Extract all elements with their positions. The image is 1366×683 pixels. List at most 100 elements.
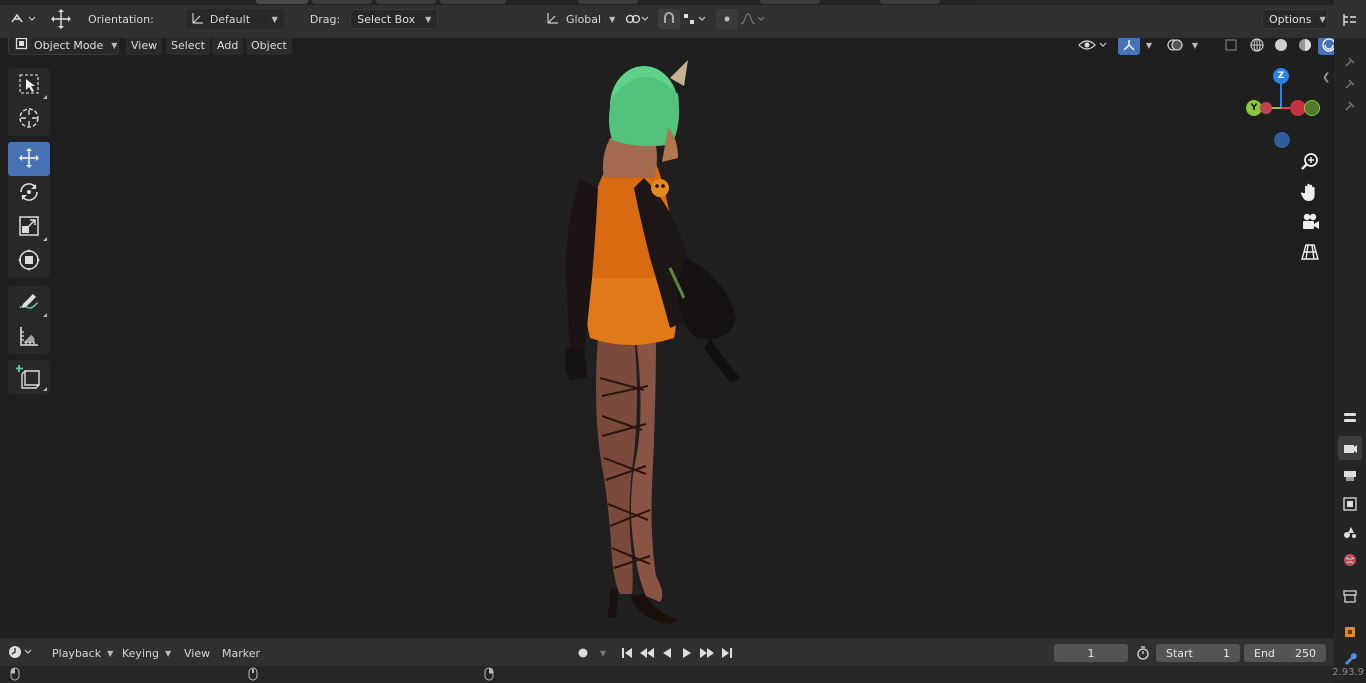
gizmo-z-axis[interactable]: Z: [1273, 68, 1289, 84]
chevron-down-icon: ▼: [107, 648, 114, 658]
orientation-value: Default: [209, 12, 251, 26]
tool-measure[interactable]: [8, 320, 50, 354]
interaction-mode-value: Object Mode: [34, 38, 104, 52]
end-frame-field[interactable]: End 250: [1244, 644, 1326, 662]
orientation-dropdown[interactable]: Default ▼: [185, 9, 284, 29]
workspace-tab[interactable]: [440, 0, 506, 4]
character-model[interactable]: [540, 48, 770, 638]
tool-annotate[interactable]: [8, 286, 50, 320]
render-properties-icon[interactable]: [1338, 436, 1362, 460]
gizmo-neg-y-axis[interactable]: [1304, 100, 1320, 116]
move-icon: [17, 146, 41, 173]
options-dropdown[interactable]: Options ▼: [1262, 9, 1328, 29]
start-frame-field[interactable]: Start 1: [1156, 644, 1240, 662]
transform-space-value: Global: [566, 12, 602, 26]
pin-icon[interactable]: [1338, 50, 1362, 74]
workspace-tab[interactable]: [312, 0, 372, 4]
rendered-shading-icon[interactable]: [1318, 38, 1334, 55]
jump-to-start-icon[interactable]: [618, 645, 636, 661]
outliner-editor-icon[interactable]: [1338, 8, 1362, 32]
stopwatch-icon[interactable]: [1134, 645, 1152, 661]
wireframe-shading-icon[interactable]: [1246, 38, 1268, 55]
material-shading-icon[interactable]: [1294, 38, 1316, 55]
editor-type-icon[interactable]: [8, 9, 38, 29]
current-frame-field[interactable]: 1: [1054, 644, 1128, 662]
play-reverse-icon[interactable]: [658, 645, 676, 661]
proportional-edit-icon[interactable]: [716, 9, 738, 29]
timeline-menu-playback[interactable]: Playback ▼: [46, 643, 119, 663]
pivot-point-icon[interactable]: [622, 9, 654, 29]
workspace-tab[interactable]: [376, 0, 436, 4]
drag-value: Select Box: [357, 12, 416, 26]
overlays-icon[interactable]: [1164, 38, 1186, 55]
keying-label: Keying: [122, 646, 159, 660]
world-properties-icon[interactable]: [1338, 548, 1362, 572]
gizmo-toggle-icon[interactable]: [1118, 38, 1140, 55]
workspace-tab[interactable]: [578, 0, 638, 4]
transform-pivot-icon[interactable]: [50, 9, 72, 29]
scene-properties-icon[interactable]: [1338, 520, 1362, 544]
view-layer-icon[interactable]: [1338, 492, 1362, 516]
menu-object[interactable]: Object: [246, 38, 292, 55]
tool-scale[interactable]: [8, 210, 50, 244]
tool-properties-icon[interactable]: [1338, 406, 1362, 430]
options-label: Options: [1269, 12, 1312, 26]
workspace-tab[interactable]: [880, 0, 940, 4]
zoom-icon[interactable]: [1298, 150, 1322, 174]
chevron-down-icon[interactable]: ▼: [1188, 38, 1202, 55]
rotate-icon: [17, 180, 41, 207]
transform-space-dropdown[interactable]: Global ▼: [540, 9, 620, 29]
navigation-gizmo[interactable]: Z Y: [1240, 66, 1330, 156]
tool-select-box[interactable]: [8, 68, 50, 102]
jump-to-end-icon[interactable]: [718, 645, 736, 661]
snap-toggle-icon[interactable]: [658, 9, 680, 29]
chevron-down-icon[interactable]: ▼: [1142, 38, 1156, 55]
pan-hand-icon[interactable]: [1298, 180, 1322, 204]
workspace-tab-active[interactable]: [256, 0, 308, 4]
collection-properties-icon[interactable]: [1338, 584, 1362, 608]
pin-icon[interactable]: [1338, 94, 1362, 118]
pin-icon[interactable]: [1338, 72, 1362, 96]
menu-view[interactable]: View: [126, 38, 163, 55]
tool-move[interactable]: [8, 142, 50, 176]
visibility-eye-icon[interactable]: [1076, 38, 1110, 55]
tool-transform[interactable]: [8, 244, 50, 278]
outliner-header: [1334, 0, 1366, 38]
end-frame-value: 250: [1295, 646, 1316, 660]
falloff-icon[interactable]: [738, 9, 768, 29]
snap-target-icon[interactable]: [680, 9, 710, 29]
tool-options-corner: [43, 313, 47, 317]
play-icon[interactable]: [678, 645, 696, 661]
scale-icon: [17, 214, 41, 241]
gizmo-neg-z-axis[interactable]: [1274, 132, 1290, 148]
tool-add-cube[interactable]: [8, 360, 50, 394]
menu-add[interactable]: Add: [212, 38, 244, 55]
timeline-editor-type[interactable]: [8, 644, 40, 662]
version-label: 2.93.9: [1332, 667, 1364, 678]
annotate-pencil-icon: [17, 290, 41, 317]
drag-dropdown[interactable]: Select Box ▼: [350, 9, 439, 29]
jump-next-keyframe-icon[interactable]: [698, 645, 716, 661]
xray-toggle-icon[interactable]: [1220, 38, 1242, 55]
menu-select[interactable]: Select: [166, 38, 210, 55]
tool-options-corner: [43, 387, 47, 391]
tool-cursor[interactable]: [8, 102, 50, 136]
workspace-tab[interactable]: [760, 0, 820, 4]
camera-view-icon[interactable]: [1298, 210, 1322, 234]
timeline-menu-keying[interactable]: Keying ▼: [116, 643, 177, 663]
toolbar-transform-group: [8, 142, 50, 278]
output-properties-icon[interactable]: [1338, 464, 1362, 488]
object-properties-icon[interactable]: [1338, 620, 1362, 644]
jump-prev-keyframe-icon[interactable]: [638, 645, 656, 661]
transform-icon: [17, 248, 41, 275]
solid-shading-icon[interactable]: [1270, 38, 1292, 55]
perspective-grid-icon[interactable]: [1298, 240, 1322, 264]
auto-keying-record-icon[interactable]: [574, 645, 592, 661]
gizmo-neg-x-axis[interactable]: [1260, 102, 1272, 114]
timeline-menu-marker[interactable]: Marker: [216, 643, 266, 663]
interaction-mode-dropdown[interactable]: Object Mode ▼: [8, 38, 119, 55]
timeline-menu-view[interactable]: View: [178, 643, 216, 663]
chevron-down-icon[interactable]: ▼: [594, 645, 612, 661]
3d-viewport[interactable]: Object Mode ▼ View Select Add Object ▼ ▼: [0, 38, 1334, 638]
tool-rotate[interactable]: [8, 176, 50, 210]
